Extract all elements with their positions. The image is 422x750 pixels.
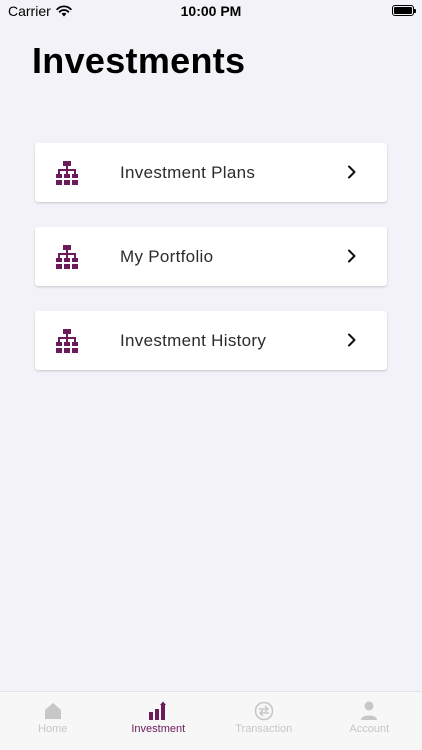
page-title: Investments	[32, 40, 246, 81]
menu-item-my-portfolio[interactable]: My Portfolio	[35, 227, 387, 286]
chevron-right-icon	[348, 249, 356, 263]
tab-investment[interactable]: Investment	[106, 692, 212, 750]
menu-item-investment-plans[interactable]: Investment Plans	[35, 143, 387, 202]
exchange-icon	[254, 701, 274, 721]
menu-item-label: Investment Plans	[120, 162, 256, 182]
chevron-right-icon	[348, 333, 356, 347]
screen: Carrier 10:00 PM Investments Investment …	[0, 0, 422, 750]
tab-transaction[interactable]: Transaction	[211, 692, 317, 750]
hierarchy-icon	[56, 245, 78, 269]
tab-bar: Home Investment Transaction Account	[0, 691, 422, 750]
tab-label: Transaction	[235, 723, 293, 735]
battery-icon	[392, 5, 416, 16]
bar-chart-icon	[149, 701, 167, 720]
hierarchy-icon	[56, 329, 78, 353]
menu-item-label: Investment History	[120, 330, 267, 350]
tab-label: Account	[349, 723, 390, 735]
tab-home[interactable]: Home	[0, 692, 106, 750]
menu-item-investment-history[interactable]: Investment History	[35, 311, 387, 370]
chevron-right-icon	[348, 165, 356, 179]
status-bar: Carrier 10:00 PM	[0, 0, 422, 22]
menu-item-label: My Portfolio	[120, 246, 214, 266]
tab-label: Investment	[131, 723, 186, 735]
investment-menu: Investment Plans My Portfolio Investment…	[35, 143, 387, 395]
tab-account[interactable]: Account	[317, 692, 422, 750]
home-icon	[44, 703, 61, 719]
status-time: 10:00 PM	[180, 3, 242, 19]
user-icon	[361, 701, 378, 720]
tab-label: Home	[38, 723, 68, 735]
hierarchy-icon	[56, 161, 78, 185]
